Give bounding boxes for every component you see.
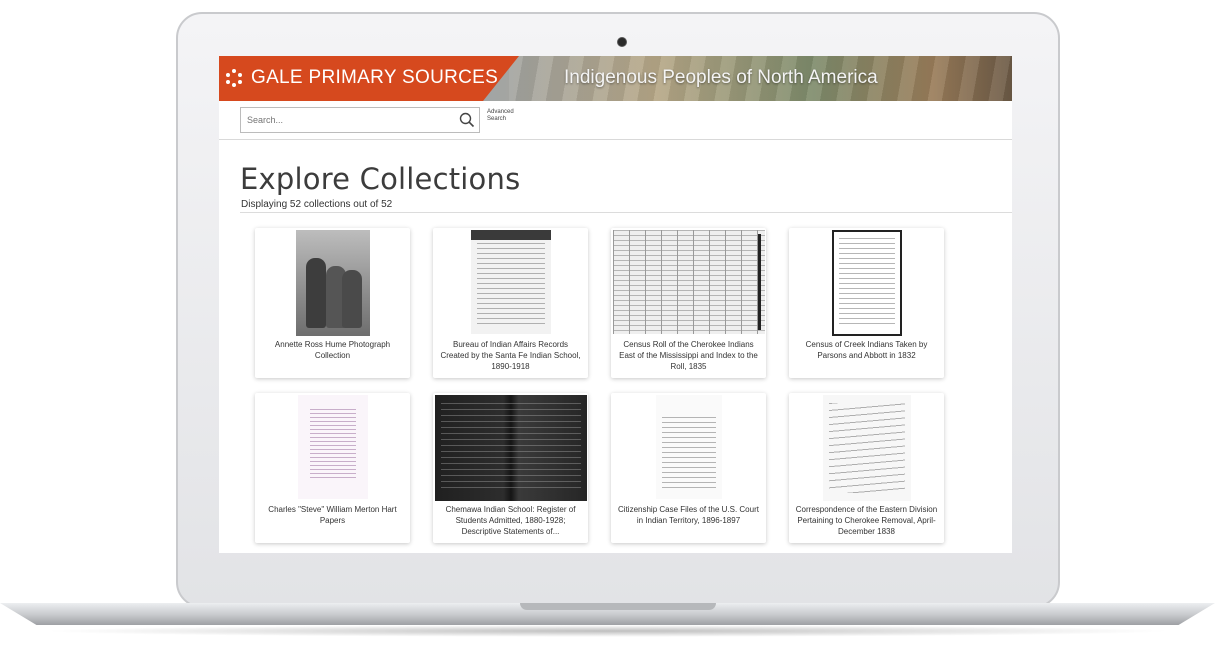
collection-card[interactable]: Charles "Steve" William Merton Hart Pape… — [255, 393, 410, 543]
collection-title[interactable]: Census of Creek Indians Taken by Parsons… — [795, 339, 938, 361]
collection-thumbnail — [612, 230, 765, 334]
laptop-shadow — [40, 625, 1175, 637]
collection-thumbnail — [655, 395, 722, 499]
brand-name: GALE PRIMARY SOURCES — [251, 67, 499, 88]
gale-logo-icon — [226, 69, 242, 87]
search-input[interactable] — [247, 112, 447, 128]
collection-card[interactable]: Census Roll of the Cherokee Indians East… — [611, 228, 766, 378]
collection-card[interactable]: Bureau of Indian Affairs Records Created… — [433, 228, 588, 378]
collection-thumbnail — [831, 230, 902, 336]
collections-count: Displaying 52 collections out of 52 — [241, 199, 393, 210]
collection-thumbnail — [297, 395, 368, 499]
collection-card[interactable]: Citizenship Case Files of the U.S. Court… — [611, 393, 766, 543]
collection-card[interactable]: Census of Creek Indians Taken by Parsons… — [789, 228, 944, 378]
collection-title[interactable]: Charles "Steve" William Merton Hart Pape… — [261, 504, 404, 526]
collection-thumbnail — [470, 230, 551, 334]
collection-title[interactable]: Correspondence of the Eastern Division P… — [795, 504, 938, 537]
divider — [240, 212, 1012, 213]
collection-title[interactable]: Indigenous Peoples of North America — [564, 67, 878, 89]
search-bar: Advanced Search — [219, 101, 1012, 140]
collection-title[interactable]: Chemawa Indian School: Register of Stude… — [439, 504, 582, 537]
collection-thumbnail — [295, 230, 370, 336]
collection-card[interactable]: Correspondence of the Eastern Division P… — [789, 393, 944, 543]
browser-screen: GALE PRIMARY SOURCES Indigenous Peoples … — [219, 56, 1012, 553]
header-banner: GALE PRIMARY SOURCES Indigenous Peoples … — [219, 56, 1012, 101]
collection-title[interactable]: Annette Ross Hume Photograph Collection — [261, 339, 404, 361]
laptop-notch — [520, 603, 716, 610]
brand-block[interactable]: GALE PRIMARY SOURCES — [219, 56, 519, 101]
collection-thumbnail — [822, 395, 911, 501]
search-icon[interactable] — [459, 112, 475, 128]
collection-title[interactable]: Citizenship Case Files of the U.S. Court… — [617, 504, 760, 526]
collection-thumbnail — [434, 395, 587, 501]
page-title: Explore Collections — [240, 162, 521, 196]
collection-card[interactable]: Annette Ross Hume Photograph Collection — [255, 228, 410, 378]
collection-card[interactable]: Chemawa Indian School: Register of Stude… — [433, 393, 588, 543]
collection-title[interactable]: Bureau of Indian Affairs Records Created… — [439, 339, 582, 372]
advanced-search-link[interactable]: Advanced Search — [487, 109, 527, 123]
webcam-icon — [617, 37, 627, 47]
search-box — [240, 107, 480, 133]
collection-title[interactable]: Census Roll of the Cherokee Indians East… — [617, 339, 760, 372]
